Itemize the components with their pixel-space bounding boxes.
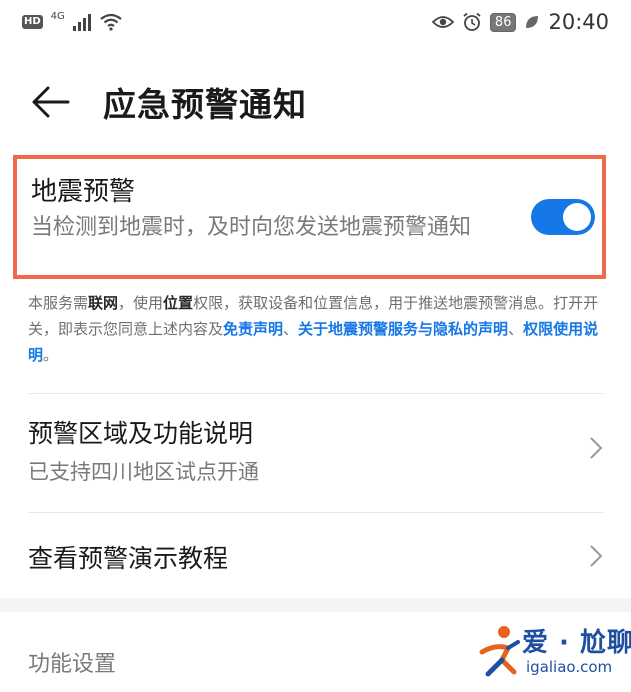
earthquake-warning-title: 地震预警 (31, 177, 136, 207)
demo-tutorial-row[interactable]: 查看预警演示教程 (0, 513, 631, 598)
chevron-right-icon (590, 545, 603, 567)
earthquake-warning-description: 当检测到地震时，及时向您发送地震预警通知 (31, 215, 472, 240)
status-right: 86 20:40 (431, 10, 609, 34)
chevron-right-icon (590, 437, 603, 459)
toggle-knob (563, 203, 591, 231)
warning-area-title: 预警区域及功能说明 (28, 419, 254, 448)
runner-logo-icon (479, 626, 520, 677)
status-bar: HD 4G 86 20:40 (0, 0, 631, 44)
eye-icon (431, 16, 454, 28)
site-watermark: 爱 · 尬聊 igaliao.com (474, 618, 631, 688)
section-label-settings: 功能设置 (28, 652, 117, 677)
service-notice: 本服务需联网，使用位置权限，获取设备和位置信息，用于推送地震预警消息。打开开关，… (28, 290, 603, 368)
notice-text: 。 (43, 346, 59, 364)
arrow-left-icon (32, 86, 70, 118)
earthquake-warning-setting: 地震预警 当检测到地震时，及时向您发送地震预警通知 (13, 155, 606, 279)
network-type: 4G (50, 10, 65, 22)
clock: 20:40 (548, 10, 609, 34)
page-title: 应急预警通知 (103, 85, 307, 124)
hd-badge: HD (22, 15, 43, 29)
earthquake-warning-toggle[interactable] (531, 199, 595, 235)
watermark-brand: 爱 · 尬聊 (522, 628, 631, 658)
watermark-domain: igaliao.com (526, 658, 613, 676)
notice-bold-network: 联网 (88, 294, 119, 312)
demo-tutorial-title: 查看预警演示教程 (28, 544, 229, 573)
notice-separator: 、 (283, 320, 299, 338)
page-header: 应急预警通知 (0, 62, 631, 142)
back-button[interactable] (28, 80, 72, 124)
battery-icon: 86 (489, 12, 517, 32)
notice-text: 本服务需 (28, 294, 89, 312)
notice-separator: 、 (508, 320, 524, 338)
warning-area-row[interactable]: 预警区域及功能说明 已支持四川地区试点开通 (0, 394, 631, 512)
warning-area-subtitle: 已支持四川地区试点开通 (28, 460, 259, 484)
leaf-icon (526, 16, 539, 28)
status-left: HD 4G (22, 10, 123, 31)
disclaimer-link[interactable]: 免责声明 (223, 320, 283, 338)
signal-icon (72, 13, 91, 31)
alarm-icon (463, 12, 481, 31)
wifi-icon (100, 13, 122, 31)
notice-text: ，使用 (118, 294, 164, 312)
privacy-statement-link[interactable]: 关于地震预警服务与隐私的声明 (298, 320, 508, 338)
section-gap (0, 598, 631, 612)
notice-bold-location: 位置 (163, 294, 194, 312)
